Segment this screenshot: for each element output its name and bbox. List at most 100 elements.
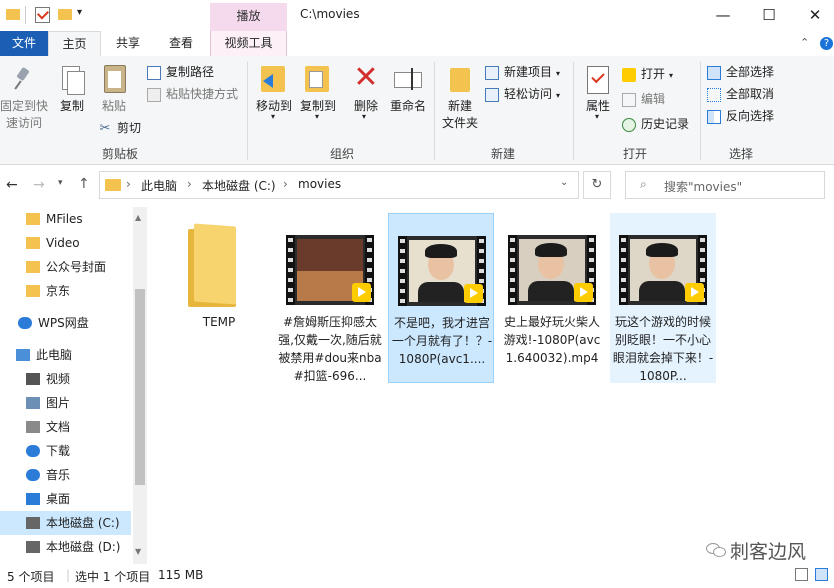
copy-path-button[interactable]: 复制路径 [147,62,214,82]
properties-icon [587,66,609,94]
dropdown-arrow-icon: ▾ [362,112,367,121]
open-icon [622,67,636,82]
dropdown-arrow-icon: ▾ [315,112,320,121]
forward-arrow-icon[interactable]: → [33,177,45,193]
paste-shortcut-button[interactable]: 粘贴快捷方式 [147,84,238,104]
edit-button[interactable]: 编辑 [622,89,665,109]
tab-play[interactable]: 播放 [210,3,287,31]
cut-button[interactable]: ✂ 剪切 [98,118,141,138]
tab-file[interactable]: 文件 [0,31,48,56]
nav-item[interactable]: 视频 [0,367,131,391]
nav-item[interactable]: 此电脑 [0,343,131,367]
details-view-icon[interactable] [795,568,808,581]
breadcrumb-movies[interactable]: movies [298,177,341,191]
nav-item[interactable]: WPS网盘 [0,311,131,335]
new-item-icon [485,65,499,80]
delete-button[interactable]: ✕ 删除 ▾ [348,62,384,124]
close-button[interactable]: ✕ [792,0,834,31]
file-name: 史上最好玩火柴人游戏!-1080P(avc1.640032).mp4 [503,315,601,365]
nav-item[interactable]: 下载 [0,439,131,463]
file-name: #詹姆斯压抑感太强,仅戴一次,随后就被禁用#dou来nba#扣篮-696... [278,315,382,383]
folder-item[interactable]: TEMP [166,213,272,383]
recent-locations-icon[interactable]: ▾ [58,178,63,188]
music-icon [26,469,40,481]
nav-item[interactable]: MFiles [0,207,131,231]
large-icons-view-icon[interactable] [815,568,828,581]
breadcrumb-this-pc[interactable]: 此电脑 [141,177,177,194]
folder-icon [26,213,40,225]
select-none-icon [707,87,721,102]
nav-item[interactable]: 本地磁盘 (D:) [0,535,131,559]
wechat-logo-icon [706,540,726,558]
new-item-button[interactable]: 新建项目 ▾ [485,62,560,82]
select-all-icon [707,65,721,80]
nav-item[interactable]: 本地磁盘 (C:) [0,511,131,535]
new-folder-button[interactable]: 新建 文件夹 [438,62,482,134]
nav-item[interactable]: 公众号封面 [0,255,131,279]
desktop-icon [26,493,40,505]
video-file-item[interactable]: 玩这个游戏的时候别眨眼！一不小心眼泪就会掉下来！-1080P... [610,213,716,383]
breadcrumb-local-disk[interactable]: 本地磁盘 (C:) [202,177,276,194]
video-file-item[interactable]: 不是吧，我才进宫一个月就有了！？-1080P(avc1.... [388,213,494,383]
divider [25,6,26,24]
nav-item[interactable]: 京东 [0,279,131,303]
scroll-up-icon[interactable]: ▲ [135,213,141,222]
select-all-button[interactable]: 全部选择 [707,62,774,82]
tab-home[interactable]: 主页 [48,31,101,57]
nav-item-label: 视频 [46,372,71,386]
paste-button[interactable]: 粘贴 [94,62,134,118]
collapse-ribbon-icon[interactable]: ⌃ [800,36,809,49]
new-folder-quick-icon[interactable] [58,9,72,20]
rename-button[interactable]: 重命名 [388,62,428,118]
nav-item-label: 本地磁盘 (D:) [46,540,121,554]
nav-item[interactable]: 桌面 [0,487,131,511]
computer-icon [16,349,30,361]
video-file-item[interactable]: #詹姆斯压抑感太强,仅戴一次,随后就被禁用#dou来nba#扣篮-696... [277,213,383,383]
invert-selection-button[interactable]: 反向选择 [707,106,774,126]
search-icon: ⌕ [640,177,647,191]
paste-label: 粘贴 [101,99,126,113]
maximize-button[interactable]: ☐ [746,0,792,31]
nav-scrollbar[interactable]: ▲ ▼ [133,207,147,564]
select-none-button[interactable]: 全部取消 [707,84,774,104]
nav-item[interactable]: 音乐 [0,463,131,487]
nav-item-label: 本地磁盘 (C:) [46,516,120,530]
move-to-button[interactable]: 移动到 ▾ [252,62,296,124]
chevron-right-icon: › [126,177,131,191]
properties-quick-icon[interactable] [35,7,50,23]
scroll-down-icon[interactable]: ▼ [135,547,141,556]
copy-path-icon [147,65,161,80]
copy-button[interactable]: 复制 [52,62,92,118]
nav-item[interactable]: 图片 [0,391,131,415]
search-input[interactable]: ⌕ 搜索"movies" [625,171,825,199]
address-dropdown-icon[interactable]: ⌄ [560,177,568,188]
video-file-item[interactable]: 史上最好玩火柴人游戏!-1080P(avc1.640032).mp4 [499,213,605,383]
address-bar[interactable]: › 此电脑 › 本地磁盘 (C:) › movies ⌄ [99,171,579,199]
tab-view[interactable]: 查看 [157,31,205,56]
nav-item[interactable]: Video [0,231,131,255]
customize-quick-access-icon[interactable]: ▾ [77,7,82,18]
scroll-thumb[interactable] [135,289,145,485]
folder-icon [6,9,20,20]
refresh-icon[interactable]: ↻ [583,171,611,199]
history-button[interactable]: 历史记录 [622,114,689,134]
nav-item[interactable]: 文档 [0,415,131,439]
player-badge-icon [464,284,483,303]
minimize-button[interactable]: — [700,0,746,31]
easy-access-button[interactable]: 轻松访问 ▾ [485,84,560,104]
scissors-icon: ✂ [99,120,111,136]
tab-share[interactable]: 共享 [104,31,152,56]
up-arrow-icon[interactable]: ↑ [78,176,90,192]
back-arrow-icon[interactable]: ← [6,177,18,193]
copy-to-button[interactable]: 复制到 ▾ [296,62,340,124]
document-icon [26,421,40,433]
edit-label: 编辑 [641,92,666,106]
help-icon[interactable]: ? [820,37,833,50]
nav-item-label: 此电脑 [36,348,73,362]
tab-video-tools[interactable]: 视频工具 [210,31,287,56]
clipboard-group-label: 剪贴板 [101,147,138,161]
open-button[interactable]: 打开 ▾ [622,64,673,84]
pin-quick-access-button[interactable]: 固定到快 速访问 [0,62,48,134]
nav-item-label: 公众号封面 [46,260,107,274]
properties-button[interactable]: 属性 ▾ [578,62,618,124]
